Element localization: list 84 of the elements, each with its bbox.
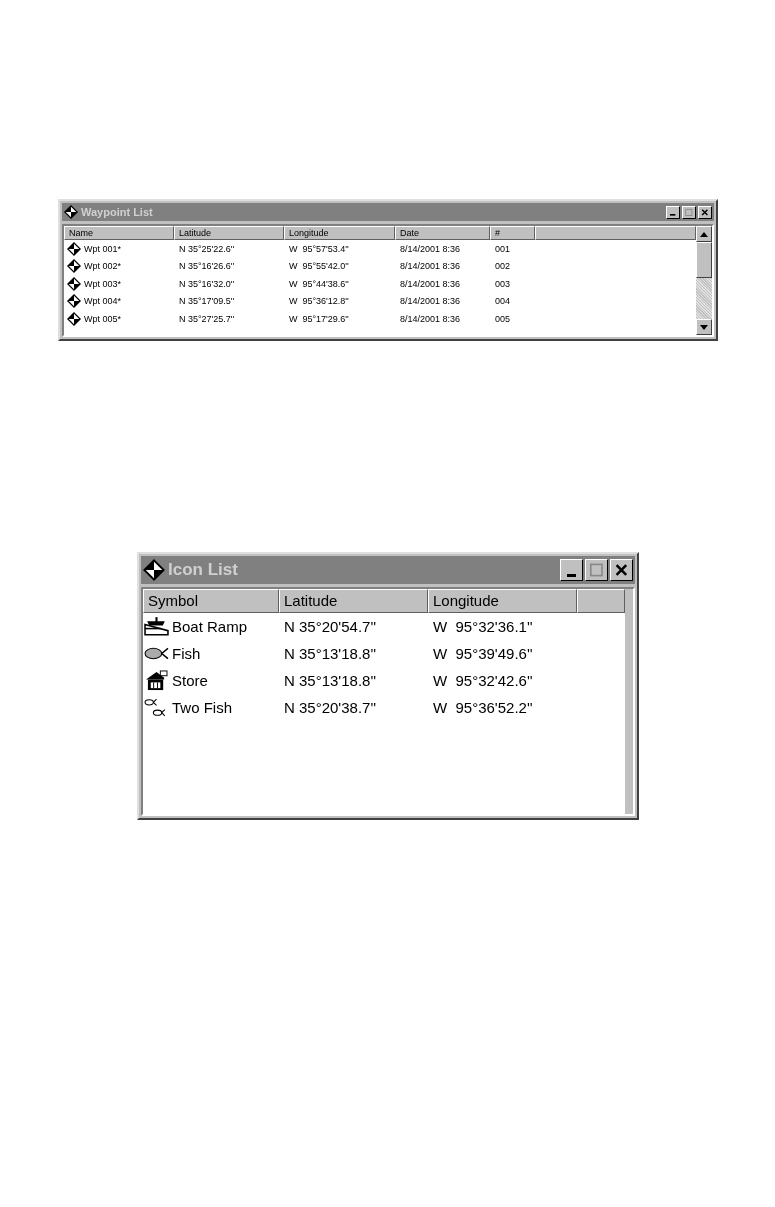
list-row[interactable]: Wpt 002* N 35°16'26.6'' W 95°55'42.0'' 8/14/2001 8:36 002: [64, 257, 696, 275]
table-cell-text: N 35°16'32.0'': [178, 278, 236, 289]
list-row[interactable]: Two Fish N 35°20'38.7'' W 95°36'52.2'': [143, 694, 625, 721]
scroll-down-button[interactable]: [696, 319, 712, 335]
scroll-bar[interactable]: [696, 226, 712, 335]
close-button[interactable]: [698, 205, 712, 219]
table-cell-text: W 95°36'52.2'': [432, 699, 534, 716]
column-header[interactable]: Symbol: [143, 589, 279, 613]
table-cell-text: W 95°36'12.8'': [288, 296, 350, 307]
table-cell-text: 001: [494, 243, 512, 254]
minimize-button[interactable]: [560, 559, 583, 581]
diamond-icon: [67, 276, 81, 291]
maximize-icon: [588, 562, 605, 578]
list-row[interactable]: Boat Ramp N 35°20'54.7'' W 95°32'36.1'': [143, 613, 625, 640]
diamond-icon: [64, 205, 78, 219]
maximize-icon: [684, 207, 694, 217]
window-title: Waypoint List: [81, 206, 153, 218]
table-cell-text: N 35°17'09.5'': [178, 296, 236, 307]
table-cell-text: 8/14/2001 8:36: [399, 296, 462, 307]
minimize-button[interactable]: [666, 205, 680, 219]
maximize-button[interactable]: [682, 205, 696, 219]
table-cell-text: W 95°17'29.6'': [288, 313, 350, 324]
scroll-bar[interactable]: [625, 589, 633, 814]
table-cell-text: N 35°20'38.7'': [283, 699, 378, 716]
column-header[interactable]: Name: [64, 226, 174, 240]
list-row[interactable]: Wpt 005* N 35°27'25.7'' W 95°17'29.6'' 8/14/2001 8:36 005: [64, 310, 696, 328]
diamond-icon: [67, 259, 81, 274]
waypoint-name: Wpt 005*: [84, 313, 122, 324]
diamond-icon: [67, 311, 81, 326]
symbol-name: Boat Ramp: [172, 618, 248, 635]
table-cell-text: W 95°55'42.0'': [288, 261, 350, 272]
up-arrow-icon: [700, 231, 708, 237]
symbol-name: Store: [172, 672, 208, 689]
table-cell-text: N 35°13'18.8'': [283, 645, 378, 662]
diamond-icon: [67, 241, 81, 256]
table-cell-text: 003: [494, 278, 512, 289]
list-row[interactable]: Wpt 003* N 35°16'32.0'' W 95°44'38.6'' 8/14/2001 8:36 003: [64, 275, 696, 293]
column-header[interactable]: #: [490, 226, 535, 240]
table-cell-text: W 95°32'36.1'': [432, 618, 534, 635]
window-title: Icon List: [168, 560, 238, 580]
scroll-thumb[interactable]: [696, 242, 712, 278]
minimize-icon: [566, 573, 577, 577]
store-icon: [144, 670, 169, 691]
table-cell-text: W 95°57'53.4'': [288, 243, 350, 254]
column-header[interactable]: Date: [395, 226, 490, 240]
diamond-icon: [67, 294, 81, 309]
waypoint-name: Wpt 003*: [84, 278, 122, 289]
table-cell-text: W 95°44'38.6'': [288, 278, 350, 289]
waypoint-name: Wpt 001*: [84, 243, 122, 254]
close-button[interactable]: [610, 559, 633, 581]
table-cell-text: 8/14/2001 8:36: [399, 261, 462, 272]
column-header[interactable]: Longitude: [284, 226, 395, 240]
symbol-name: Two Fish: [172, 699, 232, 716]
column-header[interactable]: Latitude: [279, 589, 428, 613]
close-icon: [700, 207, 710, 217]
table-cell-text: N 35°20'54.7'': [283, 618, 378, 635]
scroll-up-button[interactable]: [696, 226, 712, 242]
table-cell-text: 8/14/2001 8:36: [399, 278, 462, 289]
table-cell-text: 005: [494, 313, 512, 324]
boat-ramp-icon: [144, 616, 169, 637]
table-cell-text: 8/14/2001 8:36: [399, 243, 462, 254]
table-cell-text: W 95°39'49.6'': [432, 645, 534, 662]
table-cell-text: N 35°16'26.6'': [178, 261, 236, 272]
waypoint-name: Wpt 002*: [84, 261, 122, 272]
list-row[interactable]: Wpt 001* N 35°25'22.6'' W 95°57'53.4'' 8/14/2001 8:36 001: [64, 240, 696, 258]
list-row[interactable]: Store N 35°13'18.8'' W 95°32'42.6'': [143, 667, 625, 694]
table-cell-text: 002: [494, 261, 512, 272]
down-arrow-icon: [700, 324, 708, 330]
list-row[interactable]: Wpt 004* N 35°17'09.5'' W 95°36'12.8'' 8/14/2001 8:36 004: [64, 292, 696, 310]
diamond-icon: [143, 559, 165, 581]
table-cell-text: N 35°25'22.6'': [178, 243, 236, 254]
column-header[interactable]: Latitude: [174, 226, 284, 240]
table-cell-text: W 95°32'42.6'': [432, 672, 534, 689]
minimize-icon: [670, 214, 676, 216]
table-cell-text: 004: [494, 296, 512, 307]
table-cell-text: N 35°13'18.8'': [283, 672, 378, 689]
table-cell-text: N 35°27'25.7'': [178, 313, 236, 324]
list-row[interactable]: Fish N 35°13'18.8'' W 95°39'49.6'': [143, 640, 625, 667]
symbol-name: Fish: [172, 645, 201, 662]
column-header[interactable]: Longitude: [428, 589, 577, 613]
table-cell-text: 8/14/2001 8:36: [399, 313, 462, 324]
close-icon: [613, 562, 630, 578]
waypoint-name: Wpt 004*: [84, 296, 122, 307]
maximize-button[interactable]: [585, 559, 608, 581]
